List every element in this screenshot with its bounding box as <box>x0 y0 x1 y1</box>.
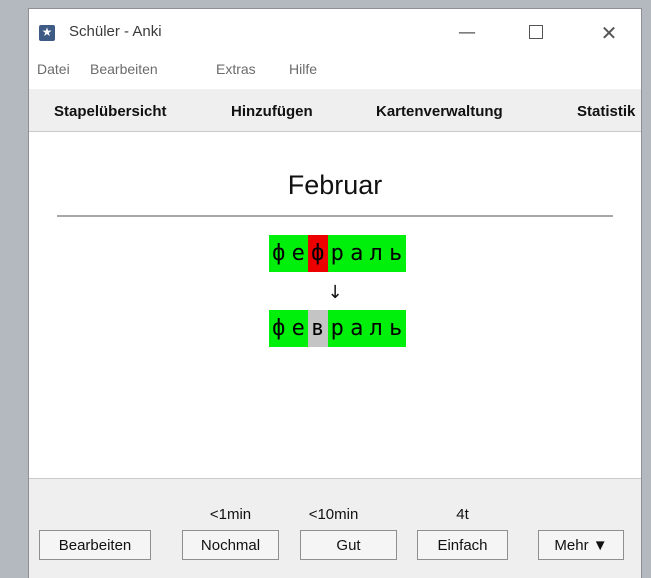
menu-hilfe[interactable]: Hilfe <box>289 61 317 77</box>
more-button[interactable]: Mehr ▼ <box>538 530 624 560</box>
again-interval: <1min <box>209 506 252 523</box>
good-button[interactable]: Gut <box>300 530 397 560</box>
toolbar-add[interactable]: Hinzufügen <box>231 103 313 120</box>
correct-letter: л <box>366 310 386 347</box>
toolbar-decks[interactable]: Stapelübersicht <box>54 103 167 120</box>
edit-button[interactable]: Bearbeiten <box>39 530 151 560</box>
typed-letter: ф <box>269 235 289 272</box>
good-interval: <10min <box>308 506 359 523</box>
correct-letter: е <box>288 310 308 347</box>
anki-window: ★ Schüler - Anki — ✕ Datei Bearbeiten Ex… <box>28 8 642 578</box>
close-button[interactable]: ✕ <box>581 13 637 53</box>
easy-button[interactable]: Einfach <box>417 530 508 560</box>
toolbar-browse[interactable]: Kartenverwaltung <box>376 103 503 120</box>
typed-letter: е <box>288 235 308 272</box>
correct-letter: а <box>347 310 367 347</box>
correct-answer: февраль <box>269 310 406 347</box>
correct-letter: ф <box>269 310 289 347</box>
menu-datei[interactable]: Datei <box>37 61 70 77</box>
toolbar-stats[interactable]: Statistik <box>577 103 635 120</box>
title-bar: ★ Schüler - Anki — ✕ <box>29 9 641 57</box>
typed-letter: ф <box>308 235 328 272</box>
anki-star-icon: ★ <box>39 25 55 41</box>
answer-divider <box>57 215 613 217</box>
typed-letter: р <box>327 235 347 272</box>
minimize-button[interactable]: — <box>439 13 495 53</box>
answer-bar: <1min <10min 4t Bearbeiten Nochmal Gut E… <box>29 478 641 578</box>
card-front-text: Februar <box>287 170 383 200</box>
again-button[interactable]: Nochmal <box>182 530 279 560</box>
menu-bearbeiten[interactable]: Bearbeiten <box>90 61 158 77</box>
main-toolbar: Stapelübersicht Hinzufügen Kartenverwalt… <box>29 89 641 132</box>
card-view: Februar фефраль ↓ февраль <box>29 132 641 478</box>
easy-interval: 4t <box>456 506 469 523</box>
window-title: Schüler - Anki <box>69 23 162 40</box>
comparison-arrow: ↓ <box>327 282 343 303</box>
menu-bar: Datei Bearbeiten Extras Hilfe <box>29 59 641 81</box>
maximize-icon <box>529 24 543 39</box>
correct-letter: в <box>308 310 328 347</box>
maximize-button[interactable] <box>508 13 564 53</box>
typed-letter: ь <box>386 235 406 272</box>
correct-letter: р <box>327 310 347 347</box>
typed-letter: а <box>347 235 367 272</box>
typed-answer: фефраль <box>269 235 406 272</box>
menu-extras[interactable]: Extras <box>216 61 256 77</box>
typed-letter: л <box>366 235 386 272</box>
correct-letter: ь <box>386 310 406 347</box>
